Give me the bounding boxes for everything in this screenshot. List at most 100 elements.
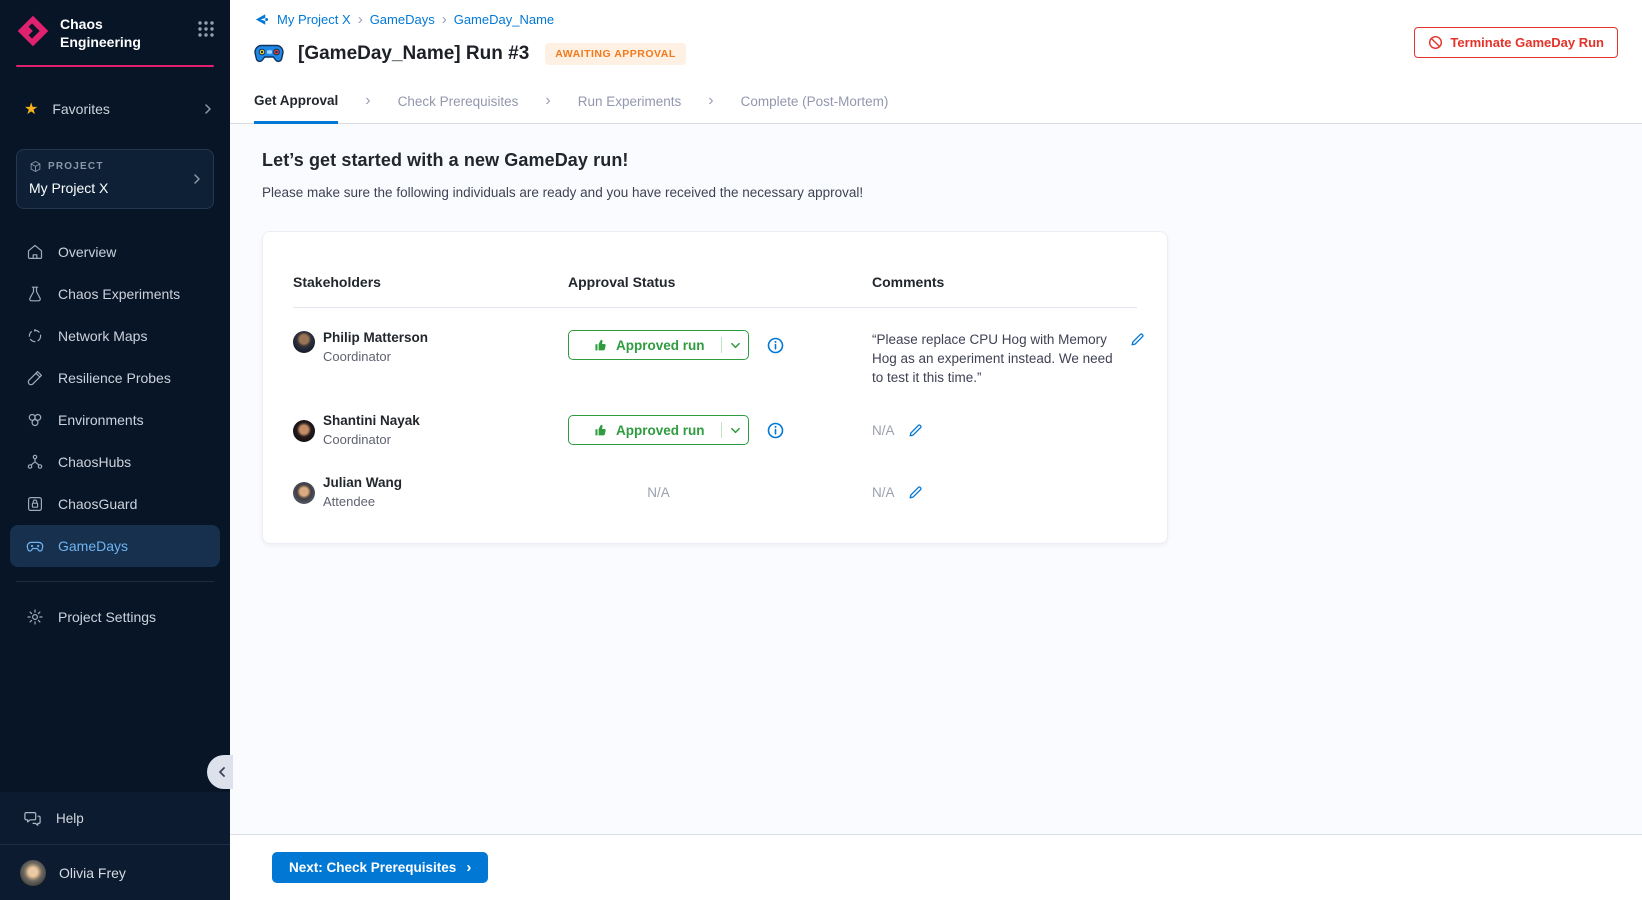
stakeholder-name: Philip Matterson	[323, 330, 428, 345]
next-check-prerequisites-button[interactable]: Next: Check Prerequisites ›	[272, 852, 488, 883]
project-selector[interactable]: PROJECT My Project X	[16, 149, 214, 209]
sidebar-item-label: ChaosGuard	[58, 496, 137, 512]
sidebar-item-label: Overview	[58, 244, 116, 260]
tab-check-prerequisites[interactable]: Check Prerequisites	[398, 79, 519, 123]
sidebar: Chaos Engineering ★ Favorites PROJECT	[0, 0, 230, 900]
info-icon[interactable]	[767, 337, 784, 354]
stakeholder-name: Shantini Nayak	[323, 413, 420, 428]
sidebar-item-resilience-probes[interactable]: Resilience Probes	[10, 357, 220, 399]
sidebar-item-label: Network Maps	[58, 328, 147, 344]
status-badge: AWAITING APPROVAL	[545, 43, 686, 65]
avatar	[293, 331, 315, 353]
sidebar-item-favorites[interactable]: ★ Favorites	[0, 91, 230, 127]
breadcrumb: My Project X › GameDays › GameDay_Name	[254, 12, 1618, 27]
project-label: PROJECT	[48, 161, 104, 172]
approval-status-dropdown[interactable]: Approved run	[568, 330, 749, 360]
stakeholders-card: Stakeholders Approval Status Comments Ph…	[262, 231, 1168, 544]
sidebar-item-chaoshubs[interactable]: ChaosHubs	[10, 441, 220, 483]
info-icon[interactable]	[767, 422, 784, 439]
stakeholder-role: Coordinator	[323, 349, 428, 364]
chevron-right-icon: ›	[681, 79, 740, 123]
next-button-label: Next: Check Prerequisites	[289, 860, 456, 875]
breadcrumb-link-gameday-name[interactable]: GameDay_Name	[454, 12, 554, 27]
terminate-gameday-button[interactable]: Terminate GameDay Run	[1414, 27, 1618, 58]
sidebar-item-help[interactable]: Help	[0, 792, 230, 844]
sidebar-item-gamedays[interactable]: GameDays	[10, 525, 220, 567]
chevron-down-icon	[722, 425, 748, 436]
sidebar-item-environments[interactable]: Environments	[10, 399, 220, 441]
gear-icon	[26, 608, 44, 626]
sidebar-item-label: ChaosHubs	[58, 454, 131, 470]
chaos-engineering-logo-icon	[16, 14, 50, 48]
user-name: Olivia Frey	[59, 865, 126, 881]
table-row: Shantini Nayak Coordinator Approved run	[293, 413, 1137, 447]
stakeholder-role: Coordinator	[323, 432, 420, 447]
sidebar-item-label: Environments	[58, 412, 144, 428]
sidebar-header: Chaos Engineering	[0, 0, 230, 63]
terminate-label: Terminate GameDay Run	[1450, 35, 1604, 50]
help-chat-icon	[24, 810, 41, 827]
sidebar-item-overview[interactable]: Overview	[10, 231, 220, 273]
sidebar-item-label: Resilience Probes	[58, 370, 171, 386]
chevron-right-icon: ›	[466, 860, 471, 875]
table-row: Philip Matterson Coordinator Approved ru…	[293, 330, 1137, 387]
chevron-left-icon	[217, 767, 227, 777]
edit-comment-icon[interactable]	[908, 485, 923, 500]
column-header-comments: Comments	[872, 274, 1137, 290]
comment-text: “Please replace CPU Hog with Memory Hog …	[872, 330, 1118, 387]
chevron-down-icon	[722, 340, 748, 351]
approval-status-label: Approved run	[616, 423, 705, 438]
chevron-right-icon: ›	[338, 79, 397, 123]
content: Let’s get started with a new GameDay run…	[230, 124, 1642, 834]
lock-icon	[26, 495, 44, 513]
hub-icon	[26, 453, 44, 471]
page-title: [GameDay_Name] Run #3	[298, 43, 529, 65]
edit-comment-icon[interactable]	[908, 423, 923, 438]
cancel-circle-icon	[1428, 35, 1443, 50]
network-map-icon	[26, 327, 44, 345]
table-row: Julian Wang Attendee N/A N/A	[293, 475, 1137, 509]
stepper: Get Approval › Check Prerequisites › Run…	[230, 79, 1642, 124]
approval-status-dropdown[interactable]: Approved run	[568, 415, 749, 445]
column-header-stakeholders: Stakeholders	[293, 274, 568, 290]
section-subheading: Please make sure the following individua…	[262, 185, 1618, 200]
sidebar-item-chaosguard[interactable]: ChaosGuard	[10, 483, 220, 525]
app: Chaos Engineering ★ Favorites PROJECT	[0, 0, 1642, 900]
home-icon	[26, 243, 44, 261]
chevron-right-icon	[202, 103, 214, 115]
comment-na: N/A	[872, 423, 895, 438]
environments-icon	[26, 411, 44, 429]
brand-divider	[16, 65, 214, 67]
edit-comment-icon[interactable]	[1130, 332, 1145, 347]
sidebar-item-label: Chaos Experiments	[58, 286, 180, 302]
sidebar-item-network-maps[interactable]: Network Maps	[10, 315, 220, 357]
section-heading: Let’s get started with a new GameDay run…	[262, 150, 1618, 171]
stakeholder-name: Julian Wang	[323, 475, 402, 490]
gamepad-icon	[26, 537, 44, 555]
tab-run-experiments[interactable]: Run Experiments	[578, 79, 682, 123]
user-menu[interactable]: Olivia Frey	[0, 844, 230, 900]
breadcrumb-link-gamedays[interactable]: GameDays	[370, 12, 435, 27]
stakeholder-role: Attendee	[323, 494, 402, 509]
avatar	[293, 482, 315, 504]
breadcrumb-link-project[interactable]: My Project X	[277, 12, 351, 27]
column-header-approval-status: Approval Status	[568, 274, 872, 290]
gamepad-emoji-icon	[254, 43, 284, 65]
tab-get-approval[interactable]: Get Approval	[254, 79, 338, 124]
comment-na: N/A	[872, 485, 895, 500]
page-header: My Project X › GameDays › GameDay_Name […	[230, 0, 1642, 79]
tab-complete-post-mortem[interactable]: Complete (Post-Mortem)	[741, 79, 889, 123]
sidebar-collapse-handle[interactable]	[207, 755, 233, 789]
footer-bar: Next: Check Prerequisites ›	[230, 834, 1642, 900]
sidebar-item-project-settings[interactable]: Project Settings	[10, 596, 220, 638]
sidebar-nav: Overview Chaos Experiments Network Maps …	[0, 231, 230, 567]
user-avatar	[20, 860, 46, 886]
flask-icon	[26, 285, 44, 303]
sidebar-item-chaos-experiments[interactable]: Chaos Experiments	[10, 273, 220, 315]
app-launcher-grid-icon[interactable]	[196, 19, 216, 39]
approval-status-na: N/A	[568, 485, 749, 500]
harness-icon	[254, 12, 269, 27]
sidebar-item-label: Project Settings	[58, 609, 156, 625]
sidebar-item-label: GameDays	[58, 538, 128, 554]
test-tube-icon	[26, 369, 44, 387]
